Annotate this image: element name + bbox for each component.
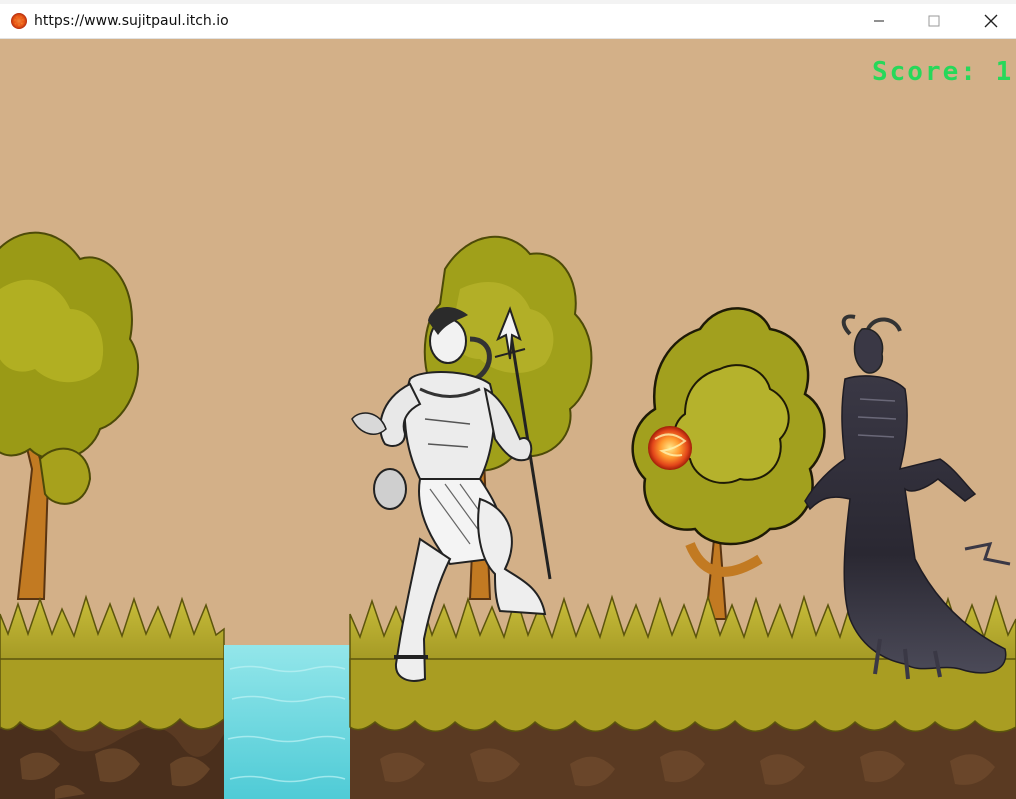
- minimize-icon: [874, 20, 884, 22]
- close-button[interactable]: [968, 4, 1014, 38]
- ground-platform-left: [0, 594, 225, 799]
- close-icon: [984, 14, 998, 28]
- water-pit: [224, 645, 350, 799]
- score-counter: Score: 1: [872, 57, 1014, 87]
- fireball-icon: [11, 13, 27, 29]
- tree-left: [0, 231, 139, 600]
- maximize-button[interactable]: [911, 4, 957, 38]
- game-canvas[interactable]: Score: 1: [0, 39, 1016, 799]
- minimize-button[interactable]: [856, 4, 902, 38]
- maximize-icon: [928, 15, 940, 27]
- fireball-projectile: [648, 426, 692, 470]
- window-url: https://www.sujitpaul.itch.io: [34, 13, 229, 29]
- game-scene: [0, 231, 1016, 799]
- window-titlebar: https://www.sujitpaul.itch.io: [0, 4, 1016, 39]
